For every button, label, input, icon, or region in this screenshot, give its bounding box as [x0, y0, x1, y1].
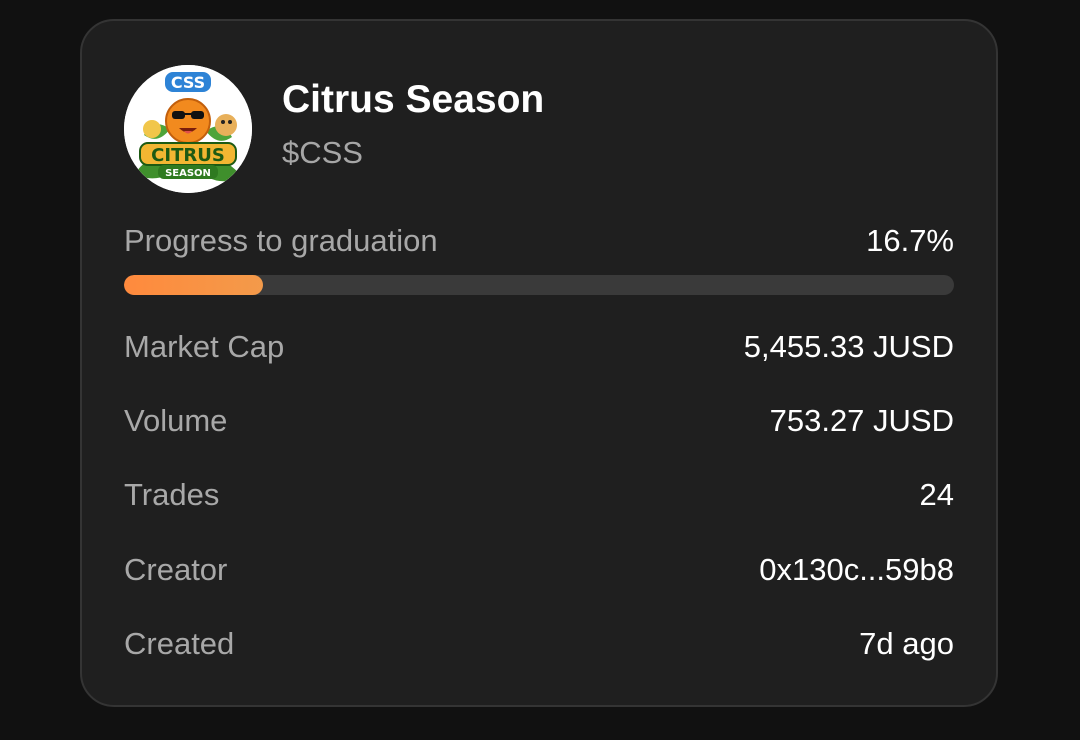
created-label: Created — [124, 626, 235, 661]
token-header: CSS CITRUS SEASON Citrus Season $CSS — [124, 65, 954, 193]
stat-row-volume: Volume 753.27 JUSD — [124, 401, 954, 445]
citrus-season-logo-icon: CSS CITRUS SEASON — [124, 65, 252, 193]
token-symbol: $CSS — [282, 135, 363, 170]
progress-label: Progress to graduation — [124, 223, 438, 258]
progress-value: 16.7% — [866, 223, 954, 258]
market-cap-label: Market Cap — [124, 329, 285, 364]
graduation-progress-row: Progress to graduation 16.7% — [124, 221, 954, 265]
creator-address[interactable]: 0x130c...59b8 — [759, 550, 954, 590]
stat-row-created: Created 7d ago — [124, 624, 954, 668]
svg-text:SEASON: SEASON — [165, 168, 211, 179]
created-value: 7d ago — [859, 626, 954, 661]
creator-label: Creator — [124, 552, 228, 587]
trades-label: Trades — [124, 477, 220, 512]
stat-row-market-cap: Market Cap 5,455.33 JUSD — [124, 327, 954, 371]
svg-text:CSS: CSS — [171, 73, 205, 92]
svg-text:CITRUS: CITRUS — [151, 145, 225, 166]
token-card[interactable]: CSS CITRUS SEASON Citrus Season $CSS Pro… — [80, 19, 998, 707]
trades-value: 24 — [919, 477, 954, 512]
token-name: Citrus Season — [282, 78, 545, 121]
progress-bar — [124, 275, 954, 295]
token-avatar: CSS CITRUS SEASON — [124, 65, 252, 193]
stat-row-trades: Trades 24 — [124, 475, 954, 519]
market-cap-value: 5,455.33 JUSD — [743, 329, 954, 364]
stat-row-creator: Creator 0x130c...59b8 — [124, 550, 954, 594]
volume-value: 753.27 JUSD — [769, 403, 954, 438]
volume-label: Volume — [124, 403, 228, 438]
progress-bar-fill — [124, 275, 263, 295]
